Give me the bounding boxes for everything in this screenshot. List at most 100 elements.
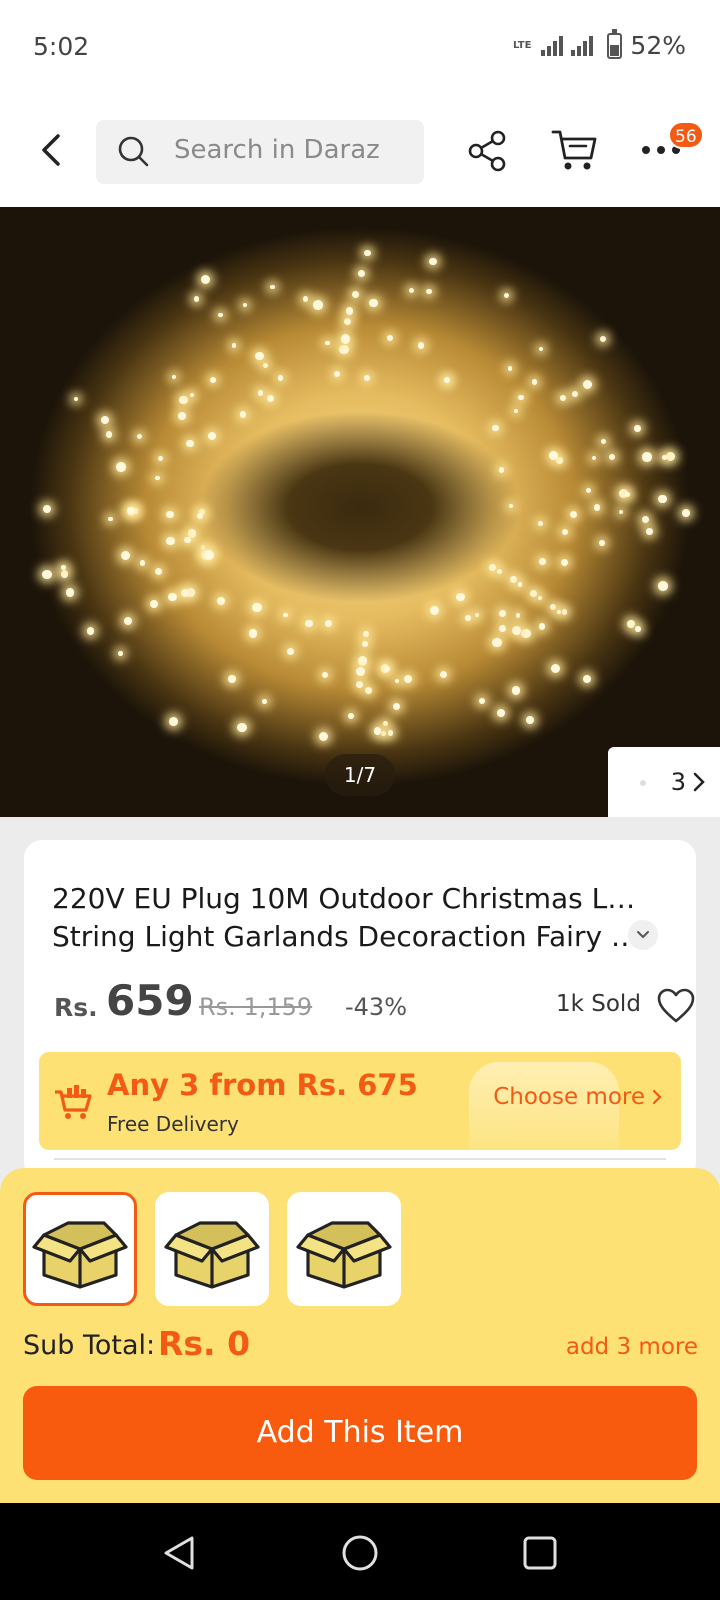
light-sparkle	[169, 717, 179, 727]
image-counter: 1/7	[325, 754, 395, 796]
light-sparkle	[248, 629, 258, 638]
light-sparkle	[641, 452, 652, 462]
sold-count: 1k Sold	[556, 991, 641, 1017]
light-sparkle	[658, 494, 667, 504]
light-sparkle	[340, 334, 351, 344]
light-sparkle	[561, 529, 568, 536]
light-sparkle	[216, 596, 225, 605]
light-sparkle	[155, 476, 160, 481]
light-sparkle	[511, 626, 521, 636]
light-sparkle	[551, 664, 561, 674]
square-recents-icon	[523, 1536, 557, 1570]
chevron-right-icon	[652, 1089, 662, 1105]
subtotal-value: Rs. 0	[158, 1324, 251, 1363]
product-image-gallery[interactable]: 1/7 3	[0, 207, 720, 817]
light-sparkle	[429, 606, 439, 616]
search-input[interactable]: Search in Daraz	[96, 120, 424, 184]
light-sparkle	[418, 342, 425, 349]
light-sparkle	[465, 614, 472, 621]
bundle-slot-2[interactable]	[155, 1192, 269, 1306]
light-sparkle	[304, 619, 313, 628]
light-sparkle	[168, 592, 178, 602]
light-sparkle	[255, 351, 264, 361]
light-sparkle	[357, 656, 368, 667]
box-icon	[296, 1221, 392, 1289]
chevron-down-icon	[637, 931, 649, 939]
light-sparkle	[137, 433, 143, 440]
light-sparkle	[582, 379, 593, 390]
system-nav-bar	[0, 1503, 720, 1600]
light-sparkle	[262, 699, 267, 704]
light-sparkle	[363, 374, 371, 382]
divider	[54, 1158, 666, 1160]
light-sparkle	[387, 729, 394, 736]
cart-icon	[551, 130, 597, 170]
light-sparkle	[124, 617, 133, 626]
light-sparkle	[498, 624, 506, 632]
light-sparkle	[557, 610, 562, 615]
network-type: LTE	[513, 39, 532, 51]
light-sparkle	[270, 284, 275, 290]
nav-recents-button[interactable]	[520, 1533, 560, 1573]
expand-title-button[interactable]	[628, 920, 658, 950]
light-sparkle	[228, 675, 236, 683]
choose-more-label: Choose more	[493, 1084, 645, 1110]
light-sparkle	[560, 558, 568, 566]
light-sparkle	[504, 292, 509, 298]
light-sparkle	[86, 627, 95, 635]
light-sparkle	[73, 397, 78, 402]
light-sparkle	[101, 416, 110, 425]
light-sparkle	[179, 395, 188, 405]
light-sparkle	[42, 504, 52, 513]
light-sparkle	[625, 491, 631, 497]
light-sparkle	[231, 342, 237, 348]
cart-button[interactable]	[550, 126, 600, 174]
light-sparkle	[518, 394, 524, 401]
light-sparkle	[149, 599, 158, 608]
light-sparkle	[120, 550, 130, 560]
add-this-item-button[interactable]: Add This Item	[23, 1386, 697, 1480]
wishlist-button[interactable]	[656, 987, 696, 1025]
share-button[interactable]	[466, 128, 510, 174]
nav-back-button[interactable]	[160, 1533, 200, 1573]
nav-home-button[interactable]	[340, 1533, 380, 1573]
product-info-card: 220V EU Plug 10M Outdoor Christmas LED S…	[24, 840, 696, 1180]
box-icon	[164, 1221, 260, 1289]
light-sparkle	[42, 569, 52, 579]
search-placeholder: Search in Daraz	[174, 135, 380, 165]
status-bar: 5:02 LTE 52%	[0, 0, 720, 100]
light-sparkle	[559, 394, 567, 402]
light-sparkle	[537, 595, 543, 601]
light-sparkle	[392, 702, 401, 711]
light-sparkle	[318, 731, 328, 741]
light-sparkle	[635, 626, 641, 632]
choose-more-link[interactable]: Choose more	[493, 1084, 663, 1110]
bundle-promo-banner[interactable]: Any 3 from Rs. 675 Free Delivery Choose …	[39, 1052, 681, 1150]
light-sparkle	[373, 727, 382, 735]
status-time: 5:02	[33, 32, 90, 61]
light-sparkle	[355, 681, 363, 689]
light-sparkle	[339, 344, 350, 355]
light-sparkle	[184, 536, 192, 544]
light-sparkle	[118, 651, 123, 656]
light-sparkle	[127, 506, 135, 515]
light-sparkle	[682, 509, 690, 518]
light-sparkle	[105, 431, 112, 438]
light-sparkle	[561, 609, 568, 615]
light-sparkle	[539, 347, 544, 352]
light-sparkle	[154, 567, 163, 576]
product-title[interactable]: 220V EU Plug 10M Outdoor Christmas LED S…	[52, 880, 642, 956]
back-button[interactable]	[30, 128, 74, 172]
light-sparkle	[158, 455, 164, 461]
more-images-button[interactable]: 3	[608, 747, 720, 817]
light-sparkle	[252, 603, 262, 613]
light-sparkle	[593, 503, 601, 511]
light-sparkle	[642, 515, 649, 523]
light-sparkle	[599, 539, 605, 546]
light-sparkle	[193, 296, 200, 302]
bundle-slot-1[interactable]	[23, 1192, 137, 1306]
add-more-hint: add 3 more	[565, 1334, 698, 1360]
light-sparkle	[521, 628, 532, 639]
light-sparkle	[66, 588, 75, 597]
bundle-slot-3[interactable]	[287, 1192, 401, 1306]
